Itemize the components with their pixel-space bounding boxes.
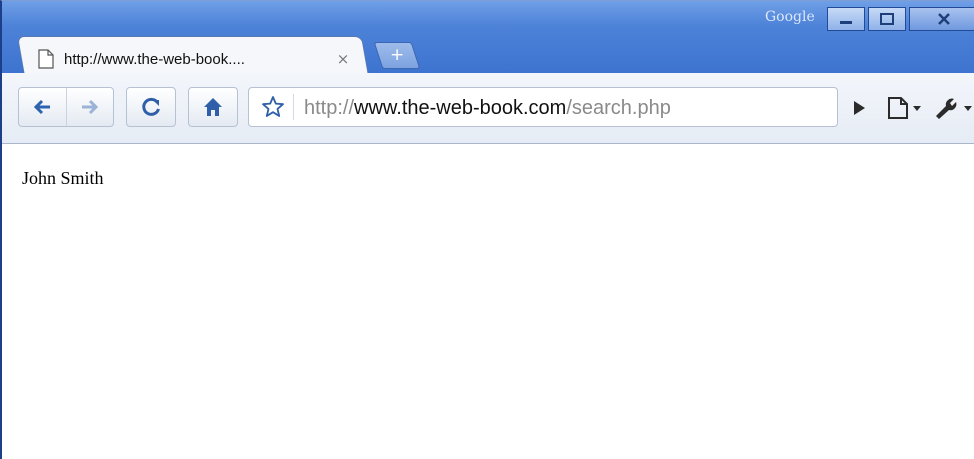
- forward-button[interactable]: [67, 88, 114, 126]
- forward-icon: [81, 99, 98, 115]
- plus-icon: +: [389, 45, 405, 65]
- page-icon: [38, 49, 54, 69]
- close-button[interactable]: [909, 7, 974, 31]
- url-text[interactable]: http://www.the-web-book.com/search.php: [304, 97, 671, 120]
- new-tab-button[interactable]: +: [373, 42, 421, 69]
- home-button[interactable]: [188, 87, 238, 127]
- active-tab[interactable]: http://www.the-web-book.... ×: [38, 45, 368, 73]
- page-content: John Smith: [2, 144, 974, 459]
- page-menu-button[interactable]: [880, 91, 932, 125]
- page-text: John Smith: [22, 168, 104, 188]
- back-button[interactable]: [19, 88, 67, 126]
- url-path: /search.php: [566, 97, 671, 119]
- reload-button[interactable]: [126, 87, 176, 127]
- go-icon: [854, 101, 865, 115]
- tab-close-icon[interactable]: ×: [336, 50, 350, 68]
- home-icon: [204, 98, 222, 116]
- tab-title: http://www.the-web-book....: [64, 50, 245, 68]
- address-bar[interactable]: http://www.the-web-book.com/search.php: [248, 87, 838, 127]
- reload-icon: [142, 97, 160, 116]
- wrench-menu-icon: [936, 98, 972, 119]
- bookmark-star-button[interactable]: [259, 94, 287, 120]
- title-bar: Google http://www.the-web-book.... × +: [2, 1, 974, 76]
- url-host: www.the-web-book.com: [354, 97, 567, 119]
- toolbar: http://www.the-web-book.com/search.php: [2, 73, 974, 144]
- maximize-button[interactable]: [868, 7, 906, 31]
- brand-label: Google: [765, 9, 815, 25]
- omnibox-divider: [293, 94, 294, 120]
- back-icon: [34, 99, 51, 115]
- page-menu-icon: [888, 97, 921, 119]
- back-forward-group: [18, 87, 114, 127]
- window-controls: [827, 7, 974, 31]
- browser-window: Google http://www.the-web-book.... × + h…: [0, 0, 974, 459]
- go-button[interactable]: [844, 93, 874, 123]
- close-icon: [938, 13, 950, 25]
- wrench-menu-button[interactable]: [932, 91, 974, 125]
- minimize-button[interactable]: [827, 7, 865, 31]
- minimize-icon: [840, 21, 852, 24]
- maximize-icon: [880, 13, 894, 25]
- star-icon: [262, 96, 284, 117]
- url-scheme: http://: [304, 97, 355, 119]
